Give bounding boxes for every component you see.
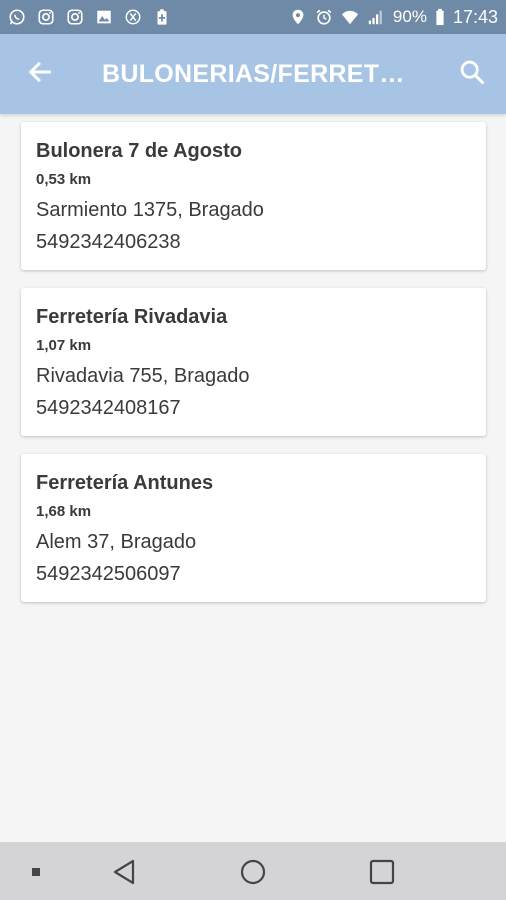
store-address: Sarmiento 1375, Bragado: [36, 199, 264, 221]
store-card[interactable]: Ferretería Antunes 1,68 km Alem 37, Brag…: [21, 454, 486, 602]
app-bar: BULONERIAS/FERRETE...: [0, 34, 506, 114]
triangle-back-icon: [111, 858, 137, 886]
battery-saver-icon: [153, 8, 171, 26]
store-card[interactable]: Ferretería Rivadavia 1,07 km Rivadavia 7…: [21, 288, 486, 436]
store-name: Ferretería Rivadavia: [36, 306, 228, 328]
back-button[interactable]: [0, 34, 80, 114]
instagram-icon: [37, 8, 55, 26]
signal-icon: [367, 8, 385, 26]
store-list: Bulonera 7 de Agosto 0,53 km Sarmiento 1…: [21, 122, 486, 620]
nav-back-button[interactable]: [104, 852, 144, 892]
accessibility-icon: [124, 8, 142, 26]
search-icon: [458, 58, 486, 91]
store-name: Bulonera 7 de Agosto: [36, 140, 242, 162]
store-phone[interactable]: 5492342408167: [36, 392, 471, 424]
system-status: 90% 17:43: [289, 7, 498, 28]
search-button[interactable]: [448, 50, 496, 98]
page-title: BULONERIAS/FERRETE...: [102, 59, 417, 88]
nav-recents-button[interactable]: [362, 852, 402, 892]
nav-home-button[interactable]: [233, 852, 273, 892]
store-card[interactable]: Bulonera 7 de Agosto 0,53 km Sarmiento 1…: [21, 122, 486, 270]
square-recents-icon: [369, 859, 395, 885]
notification-icons: [8, 8, 171, 26]
alarm-icon: [315, 8, 333, 26]
dot-icon: [31, 867, 41, 877]
gallery-icon: [95, 8, 113, 26]
store-name: Ferretería Antunes: [36, 472, 214, 494]
store-address: Alem 37, Bragado: [36, 531, 197, 553]
circle-home-icon: [239, 858, 267, 886]
clock-time: 17:43: [452, 6, 498, 27]
store-distance: 1,07 km: [36, 337, 92, 354]
battery-icon: [435, 8, 445, 26]
store-address: Rivadavia 755, Bragado: [36, 365, 250, 387]
wifi-icon: [341, 8, 359, 26]
store-distance: 0,53 km: [36, 171, 92, 188]
system-nav-bar: [0, 842, 506, 900]
battery-percent: 90%: [392, 7, 427, 26]
nav-menu-button[interactable]: [26, 862, 46, 882]
store-phone[interactable]: 5492342506097: [36, 558, 471, 590]
location-icon: [289, 8, 307, 26]
whatsapp-icon: [8, 8, 26, 26]
store-distance: 1,68 km: [36, 503, 92, 520]
store-phone[interactable]: 5492342406238: [36, 226, 471, 258]
status-bar: 90% 17:43: [0, 0, 506, 34]
arrow-back-icon: [26, 58, 54, 91]
instagram-icon: [66, 8, 84, 26]
